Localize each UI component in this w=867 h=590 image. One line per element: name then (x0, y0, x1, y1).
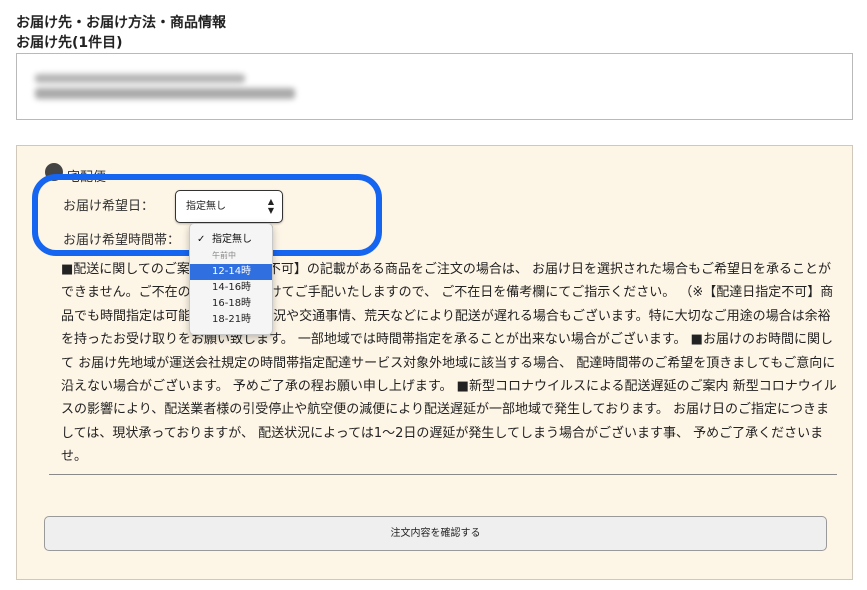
section-title: お届け先・お届け方法・商品情報 (16, 15, 226, 31)
time-option[interactable]: 16-18時 (190, 296, 272, 312)
delivery-method-radio[interactable] (45, 163, 63, 181)
time-option[interactable]: 14-16時 (190, 280, 272, 296)
blurred-address (35, 72, 297, 102)
delivery-time-dropdown[interactable]: ✓ 指定無し 午前中 12-14時 14-16時 16-18時 18-21時 (189, 223, 273, 335)
time-option[interactable]: 18-21時 (190, 312, 272, 328)
delivery-time-label: お届け希望時間帯： (63, 233, 181, 248)
time-option[interactable]: ✓ 指定無し (190, 232, 272, 248)
delivery-date-label: お届け希望日： (63, 199, 155, 214)
delivery-date-value: 指定無し (186, 201, 226, 212)
delivery-notice: ■配送に関してのご案内【日付指定不可】の記載がある商品をご注文の場合は、 お届け… (61, 262, 837, 465)
delivery-method-label: 宅配便 (67, 170, 107, 185)
delivery-date-select[interactable]: 指定無し ▲ ▼ (175, 190, 283, 223)
confirm-order-button[interactable]: 注文内容を確認する (44, 516, 827, 551)
select-arrows-icon: ▲ ▼ (267, 197, 275, 215)
delivery-panel: 宅配便 お届け希望日： 指定無し ▲ ▼ お届け希望時間帯： ✓ 指定無し 午前中… (16, 145, 853, 580)
time-option[interactable]: 12-14時 (190, 264, 272, 280)
divider (49, 474, 837, 475)
checkmark-icon: ✓ (197, 234, 206, 245)
address-box (16, 53, 853, 120)
destination-heading: お届け先(1件目) (16, 35, 123, 51)
time-option[interactable]: 午前中 (190, 252, 272, 260)
